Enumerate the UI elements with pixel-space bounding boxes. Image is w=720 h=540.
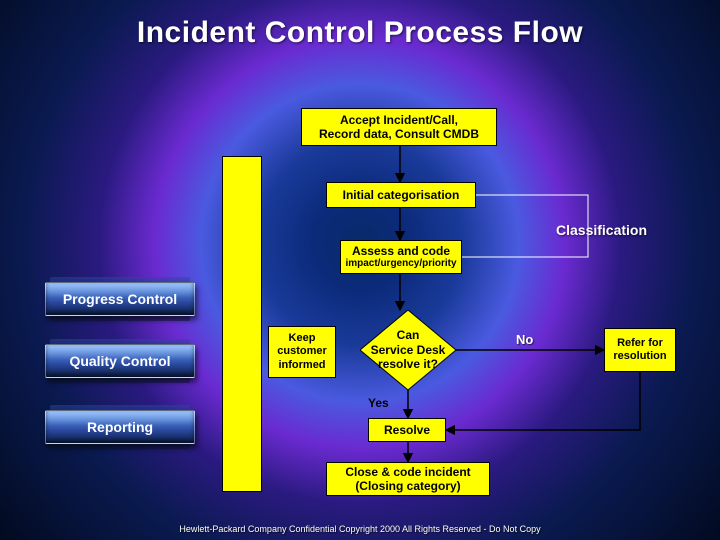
footer-confidential: Hewlett-Packard Company Confidential Cop… <box>0 524 720 534</box>
node-accept-incident: Accept Incident/Call, Record data, Consu… <box>301 108 497 146</box>
side-reporting: Reporting <box>45 410 195 444</box>
node-close-code-text: Close & code incident (Closing category) <box>345 465 470 494</box>
node-assess-code-sub: impact/urgency/priority <box>345 258 456 270</box>
label-classification: Classification <box>556 222 647 238</box>
label-no: No <box>516 332 533 347</box>
node-refer-resolution-text: Refer for resolution <box>613 337 666 363</box>
decision-can-resolve: Can Service Desk resolve it? <box>360 310 456 390</box>
node-refer-resolution: Refer for resolution <box>604 328 676 372</box>
node-assess-code: Assess and code impact/urgency/priority <box>340 240 462 274</box>
swimlane-bar <box>222 156 262 492</box>
node-initial-categorisation-text: Initial categorisation <box>343 188 460 202</box>
decision-text: Can Service Desk resolve it? <box>371 328 446 371</box>
label-yes: Yes <box>368 396 389 410</box>
node-initial-categorisation: Initial categorisation <box>326 182 476 208</box>
page-title: Incident Control Process Flow <box>0 16 720 50</box>
node-accept-incident-text: Accept Incident/Call, Record data, Consu… <box>319 113 479 142</box>
node-keep-informed-text: Keep customer informed <box>277 332 327 372</box>
node-resolve-text: Resolve <box>384 423 430 437</box>
side-progress-control: Progress Control <box>45 282 195 316</box>
side-quality-control: Quality Control <box>45 344 195 378</box>
node-keep-informed: Keep customer informed <box>268 326 336 378</box>
node-assess-code-text: Assess and code <box>352 244 450 258</box>
node-close-code: Close & code incident (Closing category) <box>326 462 490 496</box>
node-resolve: Resolve <box>368 418 446 442</box>
